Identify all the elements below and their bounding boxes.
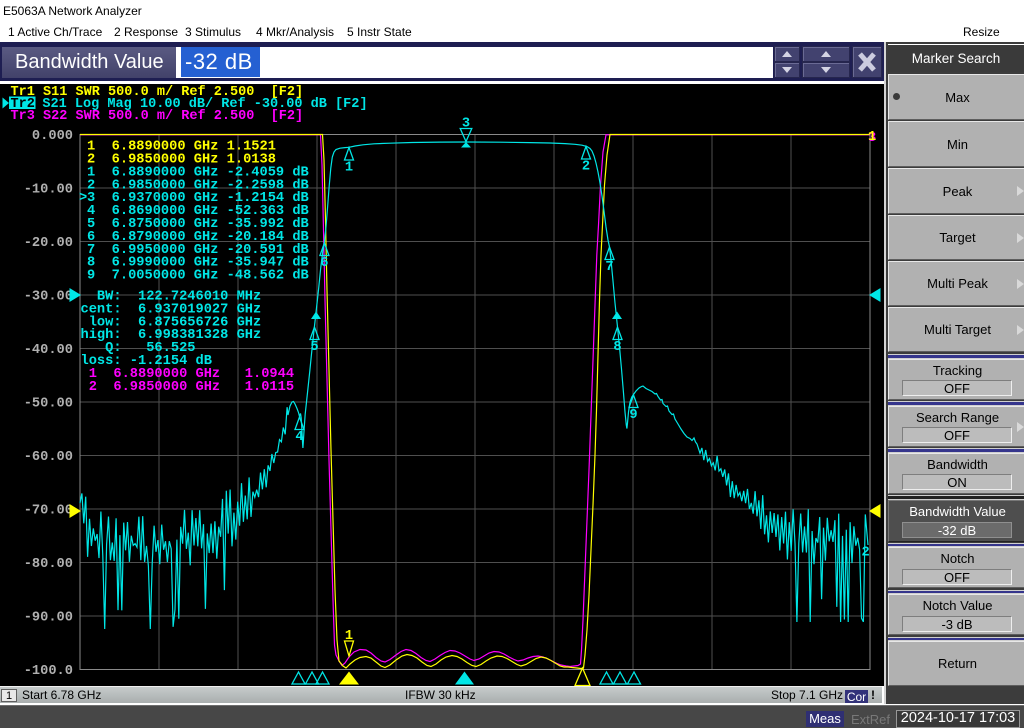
svg-text:5: 5 xyxy=(310,340,318,355)
svg-text:4: 4 xyxy=(295,430,303,445)
svg-text:Tr3 S22 SWR 500.0 m/ Ref 2.500: Tr3 S22 SWR 500.0 m/ Ref 2.500 [F2] xyxy=(11,109,304,124)
svg-text:-50.00: -50.00 xyxy=(24,397,73,412)
svg-text:2 6.9850000 GHz 1.0115: 2 6.9850000 GHz 1.0115 xyxy=(81,380,295,395)
svg-text:-60.00: -60.00 xyxy=(24,450,73,465)
svg-text:6: 6 xyxy=(320,256,328,271)
svg-text:9: 9 xyxy=(629,408,637,423)
svg-text:7: 7 xyxy=(605,260,613,275)
svg-text:0.000: 0.000 xyxy=(32,129,73,144)
svg-text:3: 3 xyxy=(462,117,470,132)
svg-text:1: 1 xyxy=(868,130,876,145)
svg-text:9 7.0050000 GHz -48.562 dB: 9 7.0050000 GHz -48.562 dB xyxy=(87,269,309,284)
svg-text:1: 1 xyxy=(345,629,353,644)
svg-text:-100.0: -100.0 xyxy=(24,664,73,679)
svg-text:-90.00: -90.00 xyxy=(24,611,73,626)
svg-text:-30.00: -30.00 xyxy=(24,290,73,305)
svg-text:8: 8 xyxy=(613,340,621,355)
svg-text:-10.00: -10.00 xyxy=(24,183,73,198)
svg-text:-20.00: -20.00 xyxy=(24,236,73,251)
svg-text:-70.00: -70.00 xyxy=(24,504,73,519)
svg-text:-40.00: -40.00 xyxy=(24,343,73,358)
svg-text:>: > xyxy=(79,191,87,206)
svg-text:2: 2 xyxy=(582,160,590,175)
svg-text:2: 2 xyxy=(862,546,870,561)
svg-text:-80.00: -80.00 xyxy=(24,557,73,572)
svg-text:1: 1 xyxy=(345,161,353,176)
